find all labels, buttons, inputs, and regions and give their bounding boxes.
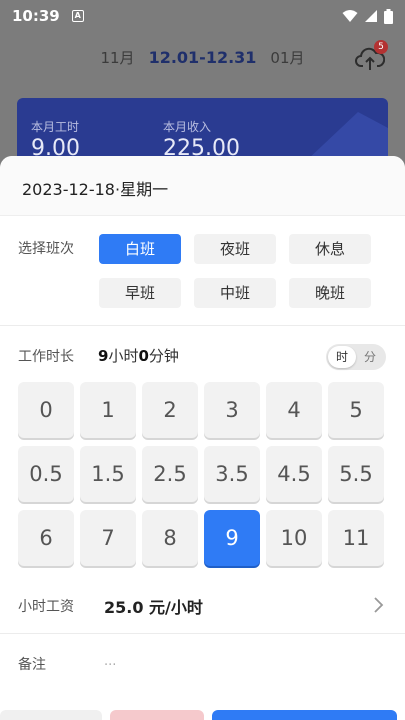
save-button[interactable] [212, 710, 397, 720]
key-1[interactable]: 1 [80, 382, 136, 438]
cancel-button[interactable] [0, 710, 102, 720]
duration-label: 工作时长 [18, 349, 74, 365]
shift-selector: 选择班次 白班 夜班 休息 早班 中班 晚班 [0, 216, 405, 326]
cloud-upload-button[interactable]: 5 [355, 40, 389, 72]
notification-icon: A [71, 10, 84, 22]
hours-keypad: 0 1 2 3 4 5 0.5 1.5 2.5 3.5 4.5 5.5 6 7 … [18, 382, 388, 572]
unit-minute-option[interactable]: 分 [356, 346, 384, 368]
shift-option-morning[interactable]: 早班 [99, 278, 181, 308]
battery-icon [384, 8, 393, 24]
key-10[interactable]: 10 [266, 510, 322, 566]
signal-icon [365, 10, 377, 22]
remark-input[interactable]: ... [104, 654, 116, 669]
sheet-header: 2023-12-18·星期一 [0, 156, 405, 216]
next-month-button[interactable]: 01月 [270, 47, 304, 68]
key-3-5[interactable]: 3.5 [204, 446, 260, 502]
unit-toggle[interactable]: 时 分 [326, 344, 386, 370]
shift-option-day[interactable]: 白班 [99, 234, 181, 264]
upload-badge: 5 [374, 40, 388, 54]
duration-value: 9小时0分钟 [98, 347, 179, 365]
key-0[interactable]: 0 [18, 382, 74, 438]
prev-month-button[interactable]: 11月 [100, 47, 134, 68]
month-navigation: 11月 12.01-12.31 01月 [0, 44, 405, 70]
key-1-5[interactable]: 1.5 [80, 446, 136, 502]
current-month-range: 12.01-12.31 [148, 47, 257, 67]
unit-hour-option[interactable]: 时 [328, 346, 356, 368]
record-bottom-sheet: 2023-12-18·星期一 选择班次 白班 夜班 休息 早班 中班 晚班 工作… [0, 156, 405, 720]
selected-date: 2023-12-18·星期一 [22, 180, 169, 199]
status-bar: 10:39 A [0, 0, 405, 32]
wage-label: 小时工资 [18, 599, 74, 615]
shift-label: 选择班次 [18, 241, 74, 257]
key-3[interactable]: 3 [204, 382, 260, 438]
hours-label: 本月工时 [31, 120, 80, 134]
status-time: 10:39 [12, 7, 60, 25]
key-7[interactable]: 7 [80, 510, 136, 566]
hourly-wage-row[interactable]: 小时工资 25.0 元/小时 [0, 578, 405, 634]
key-6[interactable]: 6 [18, 510, 74, 566]
shift-option-middle[interactable]: 中班 [194, 278, 276, 308]
key-0-5[interactable]: 0.5 [18, 446, 74, 502]
key-2-5[interactable]: 2.5 [142, 446, 198, 502]
shift-option-evening[interactable]: 晚班 [289, 278, 371, 308]
key-4-5[interactable]: 4.5 [266, 446, 322, 502]
wage-value: 25.0 元/小时 [104, 598, 203, 617]
remark-label: 备注 [18, 657, 46, 673]
work-duration-row: 工作时长 9小时0分钟 时 分 [0, 342, 405, 372]
key-5-5[interactable]: 5.5 [328, 446, 384, 502]
shift-option-night[interactable]: 夜班 [194, 234, 276, 264]
delete-button[interactable] [110, 710, 204, 720]
shift-option-rest[interactable]: 休息 [289, 234, 371, 264]
chevron-right-icon [374, 597, 384, 613]
key-11[interactable]: 11 [328, 510, 384, 566]
key-8[interactable]: 8 [142, 510, 198, 566]
remark-row[interactable]: 备注 ... [0, 634, 405, 690]
key-4[interactable]: 4 [266, 382, 322, 438]
status-icons [342, 8, 393, 24]
income-label: 本月收入 [163, 120, 212, 134]
key-2[interactable]: 2 [142, 382, 198, 438]
wifi-icon [342, 10, 358, 22]
key-9[interactable]: 9 [204, 510, 260, 566]
key-5[interactable]: 5 [328, 382, 384, 438]
